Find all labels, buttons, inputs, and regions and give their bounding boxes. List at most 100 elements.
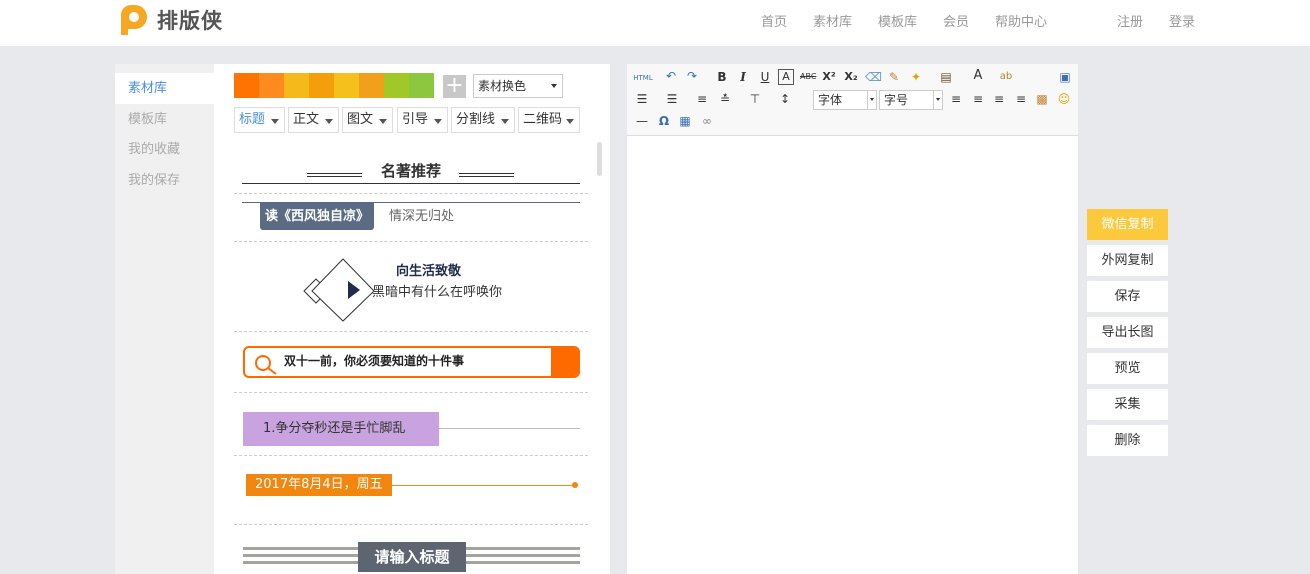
fullscreen-icon[interactable]: ▣: [1057, 69, 1073, 85]
strikethrough-icon[interactable]: ABC: [800, 69, 816, 85]
align-justify-icon[interactable]: ≡: [1013, 91, 1029, 107]
logo[interactable]: 排版侠: [117, 3, 223, 37]
tab-body[interactable]: 正文: [288, 107, 339, 133]
material-item-title-4[interactable]: 双十一前，你必须要知道的十件事: [243, 346, 580, 378]
tab-title[interactable]: 标题: [234, 107, 285, 133]
delete-button[interactable]: 删除: [1087, 425, 1168, 456]
title-line-2: 黑暗中有什么在呼唤你: [372, 285, 503, 300]
format-brush-icon[interactable]: ✎: [886, 69, 902, 85]
chevron-down-icon: [325, 119, 333, 124]
material-item-title-3[interactable]: 向生活致敬 黑暗中有什么在呼唤你: [302, 257, 542, 325]
tab-qrcode-label: 二维码: [523, 112, 563, 127]
indent-icon[interactable]: ≡: [694, 91, 710, 107]
border-text-icon[interactable]: A: [778, 69, 794, 85]
font-size-select[interactable]: 字号: [879, 90, 943, 110]
emoji-icon[interactable]: ☺: [1056, 91, 1072, 107]
sidebar-item-materials[interactable]: 素材库: [115, 73, 214, 104]
image-icon[interactable]: ▩: [1034, 91, 1050, 107]
line-height-icon[interactable]: ↕: [777, 91, 793, 107]
bold-icon[interactable]: B: [714, 69, 730, 85]
login-link[interactable]: 登录: [1169, 11, 1195, 30]
sidebar-item-saved[interactable]: 我的保存: [115, 165, 214, 196]
chevron-down-icon: [379, 119, 387, 124]
sidebar-item-templates[interactable]: 模板库: [115, 104, 214, 135]
title-subtext: 情深无归处: [389, 209, 455, 224]
italic-icon[interactable]: I: [735, 69, 751, 85]
title-text: 双十一前，你必须要知道的十件事: [284, 354, 465, 368]
magic-wand-icon[interactable]: ✦: [908, 69, 924, 85]
redo-icon[interactable]: ↷: [684, 68, 700, 84]
divider-line: [242, 183, 580, 184]
align-left-icon[interactable]: ≡: [948, 91, 964, 107]
special-char-icon[interactable]: Ω: [656, 113, 672, 129]
align-right-icon[interactable]: ≡: [991, 91, 1007, 107]
html-source-button[interactable]: HTML: [632, 70, 654, 86]
font-size-value: 字号: [884, 93, 909, 107]
scrollbar[interactable]: [597, 142, 602, 176]
nav-help[interactable]: 帮助中心: [995, 11, 1047, 30]
superscript-icon[interactable]: X²: [821, 69, 837, 85]
color-swatch[interactable]: [384, 73, 409, 98]
font-family-select[interactable]: 字体: [813, 90, 877, 110]
horizontal-rule-icon[interactable]: —: [634, 113, 650, 129]
undo-icon[interactable]: ↶: [663, 68, 679, 84]
logo-icon: [117, 3, 151, 37]
spellcheck-icon[interactable]: ab: [998, 69, 1014, 85]
table-icon[interactable]: ▦: [677, 113, 693, 129]
font-color-icon[interactable]: A: [970, 68, 986, 84]
recolor-select[interactable]: 素材换色: [473, 74, 563, 98]
left-sidebar: 素材库 模板库 我的收藏 我的保存: [115, 64, 214, 574]
external-copy-button[interactable]: 外网复制: [1087, 245, 1168, 276]
tab-guide[interactable]: 引导: [397, 107, 448, 133]
color-swatch[interactable]: [359, 73, 384, 98]
orange-block: [551, 348, 578, 376]
tab-qrcode[interactable]: 二维码: [518, 107, 580, 133]
underline-icon[interactable]: U: [757, 69, 773, 85]
subscript-icon[interactable]: X₂: [843, 69, 859, 85]
material-item-title-6[interactable]: 2017年8月4日，周五: [246, 474, 580, 496]
ordered-list-icon[interactable]: ☰: [634, 91, 650, 107]
color-swatch[interactable]: [234, 73, 259, 98]
unordered-list-icon[interactable]: ☰: [664, 91, 680, 107]
nav-home[interactable]: 首页: [761, 11, 787, 30]
font-family-value: 字体: [818, 93, 843, 107]
title-text: 请输入标题: [358, 542, 466, 572]
tab-divider[interactable]: 分割线: [451, 107, 515, 133]
vertical-align-icon[interactable]: ⊤: [747, 91, 763, 107]
eraser-icon[interactable]: ⌫: [865, 69, 882, 85]
material-item-title-1[interactable]: 名著推荐: [242, 160, 580, 186]
paste-icon[interactable]: ▤: [938, 69, 954, 85]
tab-image-text[interactable]: 图文: [342, 107, 393, 133]
wechat-copy-button[interactable]: 微信复制: [1087, 209, 1168, 240]
material-item-title-5[interactable]: 1.争分夺秒还是手忙脚乱: [243, 412, 580, 446]
divider-line: [459, 176, 514, 177]
tab-guide-label: 引导: [402, 112, 429, 127]
color-swatch[interactable]: [259, 73, 284, 98]
export-long-image-button[interactable]: 导出长图: [1087, 317, 1168, 348]
nav-membership[interactable]: 会员: [943, 11, 969, 30]
preview-button[interactable]: 预览: [1087, 353, 1168, 384]
material-item-title-7[interactable]: 请输入标题: [243, 542, 580, 574]
chevron-down-icon: [551, 84, 557, 88]
collect-button[interactable]: 采集: [1087, 389, 1168, 420]
color-swatch[interactable]: [409, 73, 434, 98]
save-button[interactable]: 保存: [1087, 281, 1168, 312]
color-swatch[interactable]: [309, 73, 334, 98]
color-swatch[interactable]: [284, 73, 309, 98]
nav-materials[interactable]: 素材库: [813, 11, 852, 30]
material-item-title-2[interactable]: 读《西风独自凉》 情深无归处: [242, 202, 580, 232]
material-panel: + 素材换色 标题 正文 图文 引导 分割线 二维码 名著推荐 读《西风独自凉》…: [214, 64, 610, 574]
align-center-icon[interactable]: ≡: [970, 91, 986, 107]
nav-templates[interactable]: 模板库: [878, 11, 917, 30]
rich-text-editor: HTML ↶ ↷ B I U A ABC X² X₂ ⌫ ✎ ✦ ▤ A ab …: [627, 64, 1078, 574]
date-tag: 2017年8月4日，周五: [246, 474, 392, 496]
add-color-button[interactable]: +: [443, 75, 466, 98]
color-swatch[interactable]: [334, 73, 359, 98]
link-icon[interactable]: ∞: [699, 113, 715, 129]
top-header: 排版侠 首页 素材库 模板库 会员 帮助中心 注册 登录: [0, 0, 1310, 46]
register-link[interactable]: 注册: [1117, 11, 1143, 30]
editor-content-area[interactable]: [627, 136, 1078, 574]
paragraph-spacing-icon[interactable]: ≛: [717, 91, 733, 107]
sidebar-item-favorites[interactable]: 我的收藏: [115, 134, 214, 165]
color-swatches: [234, 73, 434, 98]
